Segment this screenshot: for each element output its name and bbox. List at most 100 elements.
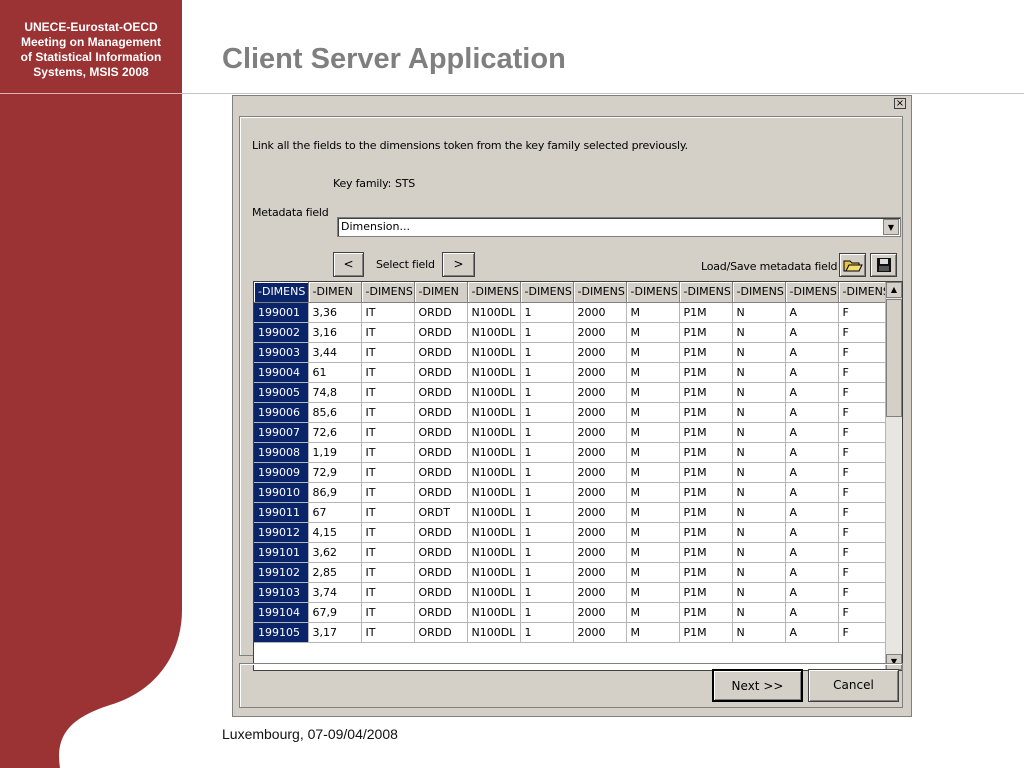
table-cell[interactable]: 2000: [573, 522, 627, 543]
table-cell[interactable]: N: [732, 322, 786, 343]
next-field-button[interactable]: >: [442, 252, 475, 277]
table-cell[interactable]: M: [626, 382, 680, 403]
table-cell[interactable]: A: [785, 542, 839, 563]
table-cell[interactable]: IT: [361, 582, 415, 603]
table-cell[interactable]: A: [785, 522, 839, 543]
table-cell[interactable]: 1,19: [308, 442, 362, 463]
table-cell[interactable]: N100DL: [467, 482, 521, 503]
row-key-cell[interactable]: 199012: [254, 522, 309, 543]
table-cell[interactable]: 3,62: [308, 542, 362, 563]
column-header[interactable]: -DIMEN: [414, 282, 468, 303]
table-cell[interactable]: IT: [361, 502, 415, 523]
row-key-cell[interactable]: 199008: [254, 442, 309, 463]
table-cell[interactable]: P1M: [679, 402, 733, 423]
chevron-down-icon[interactable]: ▼: [883, 219, 899, 235]
table-cell[interactable]: 3,17: [308, 622, 362, 643]
table-cell[interactable]: 3,74: [308, 582, 362, 603]
table-cell[interactable]: N: [732, 362, 786, 383]
table-cell[interactable]: N100DL: [467, 402, 521, 423]
table-cell[interactable]: F: [838, 442, 891, 463]
table-cell[interactable]: P1M: [679, 302, 733, 323]
table-cell[interactable]: M: [626, 342, 680, 363]
table-cell[interactable]: 72,9: [308, 462, 362, 483]
table-cell[interactable]: P1M: [679, 462, 733, 483]
table-cell[interactable]: N: [732, 482, 786, 503]
table-cell[interactable]: P1M: [679, 342, 733, 363]
table-cell[interactable]: ORDD: [414, 342, 468, 363]
next-button[interactable]: Next >>: [712, 669, 803, 702]
table-cell[interactable]: 1: [520, 322, 574, 343]
table-cell[interactable]: 1: [520, 462, 574, 483]
row-key-cell[interactable]: 199003: [254, 342, 309, 363]
column-header[interactable]: -DIMENS: [467, 282, 521, 303]
table-cell[interactable]: F: [838, 482, 891, 503]
table-cell[interactable]: 2000: [573, 402, 627, 423]
scroll-thumb[interactable]: [886, 299, 902, 417]
table-row[interactable]: 199012 4,15 IT ORDD N100DL 1 2000 M P1M N A F: [254, 522, 891, 543]
table-row[interactable]: 199007 72,6 IT ORDD N100DL 1 2000 M P1M N A F: [254, 422, 891, 443]
table-cell[interactable]: N: [732, 562, 786, 583]
table-cell[interactable]: P1M: [679, 422, 733, 443]
table-cell[interactable]: 2000: [573, 602, 627, 623]
table-cell[interactable]: N: [732, 502, 786, 523]
column-header[interactable]: -DIMENS: [254, 282, 309, 303]
table-cell[interactable]: F: [838, 582, 891, 603]
table-cell[interactable]: ORDD: [414, 402, 468, 423]
row-key-cell[interactable]: 199006: [254, 402, 309, 423]
table-cell[interactable]: F: [838, 322, 891, 343]
table-cell[interactable]: 2000: [573, 542, 627, 563]
table-cell[interactable]: F: [838, 402, 891, 423]
table-cell[interactable]: N: [732, 422, 786, 443]
table-cell[interactable]: A: [785, 322, 839, 343]
table-cell[interactable]: F: [838, 622, 891, 643]
row-key-cell[interactable]: 199005: [254, 382, 309, 403]
table-cell[interactable]: ORDT: [414, 502, 468, 523]
column-header[interactable]: -DIMENS: [838, 282, 891, 303]
table-cell[interactable]: M: [626, 542, 680, 563]
table-cell[interactable]: 67,9: [308, 602, 362, 623]
table-cell[interactable]: F: [838, 602, 891, 623]
scroll-up-icon[interactable]: ▲: [886, 282, 902, 298]
table-cell[interactable]: P1M: [679, 542, 733, 563]
table-cell[interactable]: P1M: [679, 562, 733, 583]
table-cell[interactable]: 1: [520, 602, 574, 623]
table-cell[interactable]: 1: [520, 542, 574, 563]
table-cell[interactable]: 1: [520, 342, 574, 363]
table-cell[interactable]: P1M: [679, 602, 733, 623]
table-cell[interactable]: M: [626, 422, 680, 443]
table-cell[interactable]: 2000: [573, 482, 627, 503]
row-key-cell[interactable]: 199009: [254, 462, 309, 483]
column-header[interactable]: -DIMENS: [732, 282, 786, 303]
table-cell[interactable]: A: [785, 582, 839, 603]
table-cell[interactable]: IT: [361, 442, 415, 463]
table-cell[interactable]: M: [626, 562, 680, 583]
table-cell[interactable]: 2000: [573, 342, 627, 363]
table-cell[interactable]: A: [785, 342, 839, 363]
table-cell[interactable]: N: [732, 302, 786, 323]
table-cell[interactable]: A: [785, 622, 839, 643]
table-cell[interactable]: 86,9: [308, 482, 362, 503]
table-cell[interactable]: 1: [520, 422, 574, 443]
table-cell[interactable]: IT: [361, 382, 415, 403]
row-key-cell[interactable]: 199007: [254, 422, 309, 443]
table-cell[interactable]: N100DL: [467, 302, 521, 323]
table-cell[interactable]: 1: [520, 582, 574, 603]
column-header[interactable]: -DIMENS: [361, 282, 415, 303]
table-cell[interactable]: N: [732, 402, 786, 423]
table-row[interactable]: 199001 3,36 IT ORDD N100DL 1 2000 M P1M N A F: [254, 302, 891, 323]
table-cell[interactable]: P1M: [679, 482, 733, 503]
table-cell[interactable]: 61: [308, 362, 362, 383]
table-cell[interactable]: M: [626, 322, 680, 343]
floppy-disk-icon[interactable]: [870, 253, 897, 277]
table-cell[interactable]: M: [626, 502, 680, 523]
table-cell[interactable]: ORDD: [414, 462, 468, 483]
cancel-button[interactable]: Cancel: [808, 669, 899, 702]
table-cell[interactable]: F: [838, 302, 891, 323]
previous-field-button[interactable]: <: [333, 252, 364, 277]
table-cell[interactable]: N100DL: [467, 502, 521, 523]
table-cell[interactable]: 3,16: [308, 322, 362, 343]
table-cell[interactable]: M: [626, 482, 680, 503]
table-cell[interactable]: ORDD: [414, 602, 468, 623]
row-key-cell[interactable]: 199002: [254, 322, 309, 343]
table-cell[interactable]: IT: [361, 342, 415, 363]
